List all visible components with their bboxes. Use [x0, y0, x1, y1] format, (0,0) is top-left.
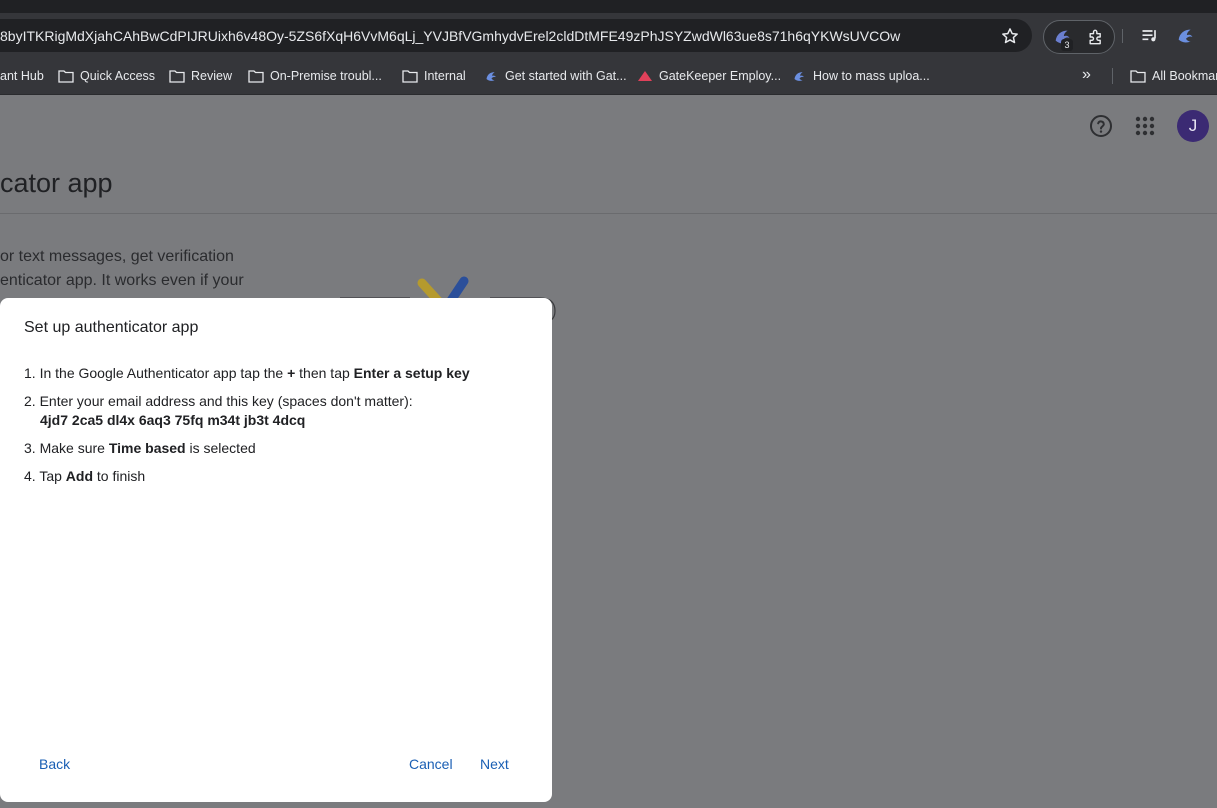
setup-authenticator-dialog: Set up authenticator app 1. In the Googl… [0, 298, 552, 802]
back-button[interactable]: Back [39, 756, 70, 772]
folder-icon [169, 70, 185, 83]
bookmark-folder-on-premise[interactable]: On-Premise troubl... [248, 58, 382, 94]
step-2: 2. Enter your email address and this key… [24, 392, 534, 430]
page-description: or text messages, get verification entic… [0, 245, 270, 293]
bookmark-label: Internal [424, 69, 466, 83]
bookmark-item[interactable]: ant Hub [0, 58, 44, 94]
folder-icon [1130, 70, 1146, 83]
step-number: 1. [24, 365, 36, 381]
url-text[interactable]: 8byITKRigMdXjahCAhBwCdPIJRUixh6v48Oy-5ZS… [0, 28, 990, 44]
help-icon[interactable] [1089, 114, 1113, 138]
step-emphasis: Enter a setup key [353, 365, 470, 381]
all-bookmarks-folder[interactable]: All Bookmar [1130, 58, 1217, 94]
extensions-group[interactable]: 3 [1043, 20, 1115, 54]
description-line: or text messages, get verification [0, 248, 234, 265]
setup-key[interactable]: 4jd7 2ca5 dl4x 6aq3 75fq m34t jb3t 4dcq [24, 411, 534, 430]
setup-steps-list: 1. In the Google Authenticator app tap t… [24, 364, 534, 495]
step-text: In the Google Authenticator app tap the [39, 365, 288, 381]
gatekeeper-logo-icon [794, 71, 804, 81]
step-1: 1. In the Google Authenticator app tap t… [24, 364, 534, 383]
step-text: Make sure [39, 440, 109, 456]
step-emphasis: Add [65, 468, 94, 484]
gatekeeper-logo-icon [486, 71, 496, 81]
step-number: 3. [24, 440, 36, 456]
step-text: Enter your email address and this key (s… [39, 393, 413, 409]
bookmark-folder-quick-access[interactable]: Quick Access [58, 58, 155, 94]
folder-icon [402, 70, 418, 83]
extension-badge: 3 [1061, 39, 1073, 51]
bookmark-mass-upload[interactable]: How to mass uploa... [792, 58, 930, 94]
step-text: to finish [93, 468, 146, 484]
page-title: cator app [0, 168, 113, 198]
bookmark-label: How to mass uploa... [813, 69, 930, 83]
bookmark-label: Get started with Gat... [505, 69, 627, 83]
bookmark-folder-internal[interactable]: Internal [402, 58, 466, 94]
bookmark-star-icon[interactable] [1000, 26, 1020, 46]
bookmark-label: On-Premise troubl... [270, 69, 382, 83]
step-number: 4. [24, 468, 36, 484]
folder-icon [248, 70, 264, 83]
more-bookmarks-chevron-icon[interactable]: » [1082, 66, 1098, 86]
gatekeeper-red-logo-icon [638, 71, 652, 81]
gatekeeper-profile-icon[interactable] [1175, 25, 1197, 47]
window-top-strip [0, 0, 1217, 13]
dialog-title: Set up authenticator app [24, 319, 199, 336]
apps-grid-icon[interactable] [1134, 115, 1156, 137]
browser-toolbar: 8byITKRigMdXjahCAhBwCdPIJRUixh6v48Oy-5ZS… [0, 13, 1217, 58]
next-button[interactable]: Next [480, 756, 509, 772]
media-controls-icon[interactable] [1140, 26, 1160, 46]
bookmark-get-started[interactable]: Get started with Gat... [484, 58, 627, 94]
description-line: enticator app. It works even if your [0, 272, 244, 289]
step-text: is selected [185, 440, 256, 456]
step-text: Tap [39, 468, 66, 484]
bookmark-label: GateKeeper Employ... [659, 69, 782, 83]
bookmark-label: Quick Access [80, 69, 156, 83]
bookmarks-separator [1112, 68, 1113, 84]
step-3: 3. Make sure Time based is selected [24, 439, 534, 458]
bookmark-label: All Bookmar [1152, 69, 1217, 83]
bookmark-label: Review [191, 69, 232, 83]
page-divider [0, 213, 1217, 214]
bookmark-folder-review[interactable]: Review [169, 58, 232, 94]
bookmarks-bar: ant Hub Quick Access Review On-Premise t… [0, 58, 1217, 95]
bookmark-label: ant Hub [0, 69, 44, 83]
step-number: 2. [24, 393, 36, 409]
cancel-button[interactable]: Cancel [409, 756, 453, 772]
step-4: 4. Tap Add to finish [24, 467, 534, 486]
toolbar-separator [1122, 29, 1123, 43]
address-bar[interactable]: 8byITKRigMdXjahCAhBwCdPIJRUixh6v48Oy-5ZS… [0, 19, 1032, 52]
extensions-puzzle-icon[interactable] [1086, 27, 1106, 47]
folder-icon [58, 70, 74, 83]
step-text: then tap [295, 365, 354, 381]
step-emphasis: Time based [108, 440, 186, 456]
avatar[interactable]: J [1177, 110, 1209, 142]
bookmark-gatekeeper-employ[interactable]: GateKeeper Employ... [637, 58, 781, 94]
